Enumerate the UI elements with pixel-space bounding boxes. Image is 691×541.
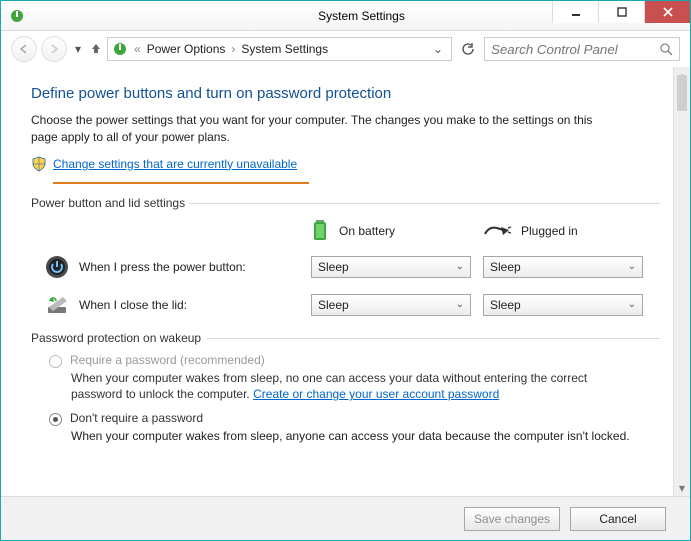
require-password-radio	[49, 355, 62, 368]
scroll-down-icon[interactable]: ▾	[674, 479, 690, 496]
annotation-underline	[53, 182, 309, 184]
title-bar: System Settings	[1, 1, 690, 31]
cancel-button[interactable]: Cancel	[570, 507, 666, 531]
power-button-plugged-select[interactable]: Sleep⌄	[483, 256, 643, 278]
on-battery-label: On battery	[339, 224, 395, 238]
minimize-button[interactable]	[552, 1, 598, 23]
page-heading: Define power buttons and turn on passwor…	[31, 85, 660, 102]
up-button[interactable]	[89, 41, 103, 58]
close-button[interactable]	[644, 1, 690, 23]
search-icon	[659, 42, 673, 59]
chevron-down-icon: ⌄	[456, 261, 464, 272]
section-power-button-lid: Power button and lid settings	[31, 196, 660, 210]
chevron-down-icon: ⌄	[456, 299, 464, 310]
breadcrumb-sep-icon: «	[132, 42, 143, 56]
app-icon	[9, 8, 25, 24]
power-button-battery-select[interactable]: Sleep⌄	[311, 256, 471, 278]
chevron-right-icon: ›	[229, 42, 237, 56]
lid-icon	[45, 293, 69, 317]
plugged-in-label: Plugged in	[521, 224, 578, 238]
chevron-down-icon: ⌄	[628, 261, 636, 272]
dont-require-password-desc: When your computer wakes from sleep, any…	[71, 428, 631, 445]
close-lid-row-label: When I close the lid:	[79, 298, 187, 312]
footer: Save changes Cancel	[1, 496, 690, 540]
plug-icon	[483, 222, 511, 241]
breadcrumb[interactable]: « Power Options › System Settings ⌄	[107, 37, 452, 61]
section-password-protection: Password protection on wakeup	[31, 331, 660, 345]
dont-require-password-label: Don't require a password	[70, 411, 203, 425]
breadcrumb-dropdown-icon[interactable]: ⌄	[429, 42, 447, 56]
scroll-thumb[interactable]	[677, 75, 687, 111]
history-dropdown-icon[interactable]: ▾	[71, 42, 85, 56]
breadcrumb-power-options[interactable]: Power Options	[147, 42, 226, 56]
page-subtitle: Choose the power settings that you want …	[31, 112, 611, 146]
dont-require-password-radio	[49, 413, 62, 426]
breadcrumb-system-settings[interactable]: System Settings	[241, 42, 328, 56]
content-area: ▴ ▾ Define power buttons and turn on pas…	[1, 67, 690, 496]
search-field[interactable]	[491, 42, 673, 57]
battery-icon	[311, 218, 329, 245]
back-button[interactable]	[11, 36, 37, 62]
close-lid-plugged-select[interactable]: Sleep⌄	[483, 294, 643, 316]
search-input[interactable]	[484, 37, 680, 61]
save-changes-button[interactable]: Save changes	[464, 507, 560, 531]
chevron-down-icon: ⌄	[628, 299, 636, 310]
forward-button[interactable]	[41, 36, 67, 62]
maximize-button[interactable]	[598, 1, 644, 23]
close-lid-battery-select[interactable]: Sleep⌄	[311, 294, 471, 316]
scrollbar[interactable]: ▴ ▾	[673, 67, 690, 496]
shield-icon	[31, 156, 47, 172]
create-change-password-link[interactable]: Create or change your user account passw…	[253, 387, 499, 401]
nav-bar: ▾ « Power Options › System Settings ⌄	[1, 31, 690, 67]
require-password-desc: When your computer wakes from sleep, no …	[71, 370, 631, 404]
power-button-row-label: When I press the power button:	[79, 260, 246, 274]
require-password-label: Require a password (recommended)	[70, 353, 265, 367]
refresh-button[interactable]	[456, 37, 480, 61]
power-button-icon	[45, 255, 69, 279]
change-settings-link[interactable]: Change settings that are currently unava…	[53, 157, 297, 171]
breadcrumb-icon	[112, 41, 128, 57]
